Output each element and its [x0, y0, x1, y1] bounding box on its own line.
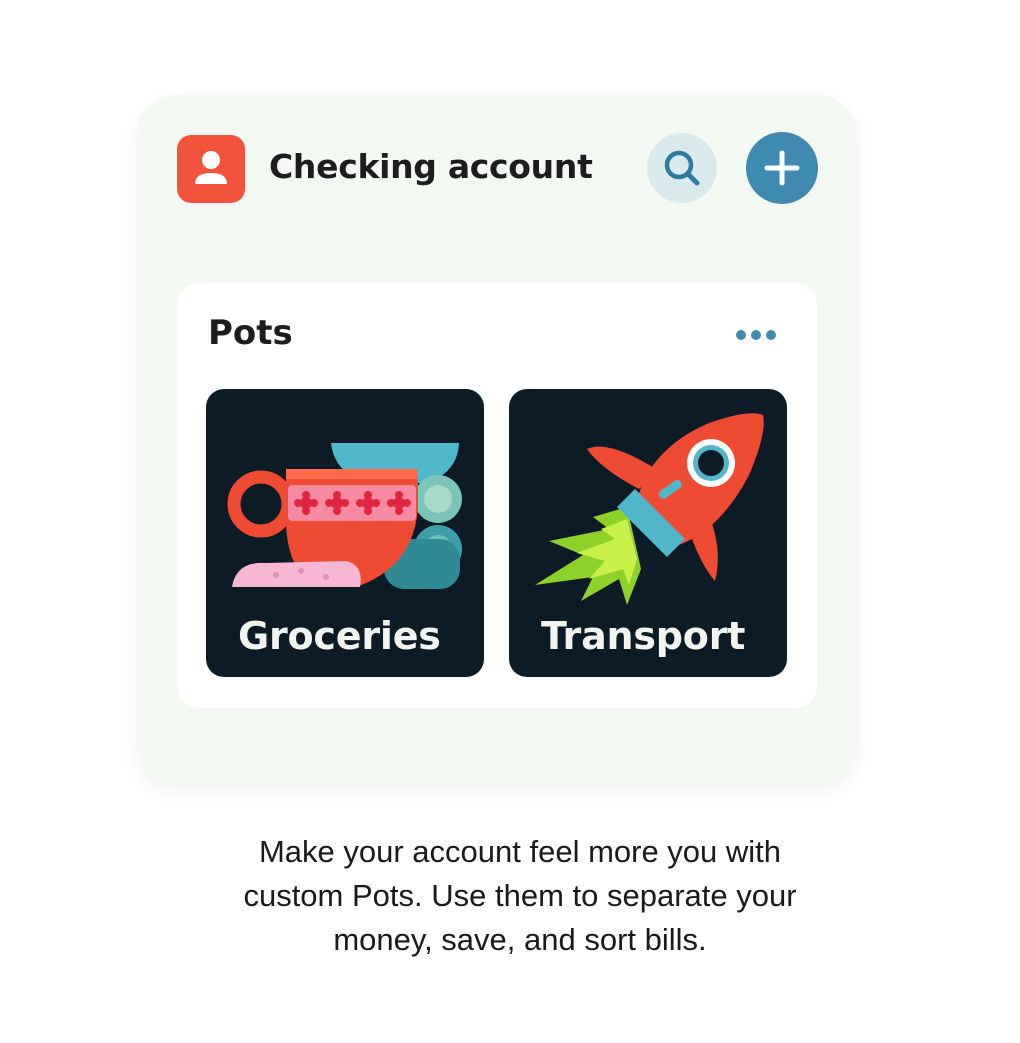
more-dots-icon [736, 330, 776, 340]
caption-line: custom Pots. Use them to separate your [243, 878, 797, 913]
plus-icon [764, 150, 800, 186]
section-title: Pots [208, 313, 293, 353]
search-button[interactable] [647, 133, 717, 203]
more-options-button[interactable] [733, 323, 781, 347]
caption-line: money, save, and sort bills. [333, 922, 707, 957]
avatar[interactable] [177, 135, 245, 203]
pot-label-transport: Transport [541, 614, 746, 658]
account-header: Checking account [177, 132, 819, 205]
search-icon [664, 150, 700, 186]
pot-tile-transport[interactable]: Transport [509, 389, 787, 677]
pot-tile-groceries[interactable]: Groceries [206, 389, 484, 677]
page-title: Checking account [269, 147, 593, 186]
caption-line: Make your account feel more you with [258, 834, 782, 869]
description-text: Make your account feel more you with cus… [160, 830, 880, 962]
user-icon [195, 151, 227, 184]
pot-label-groceries: Groceries [238, 614, 441, 658]
pots-section: Pots Groceries Transport [177, 283, 817, 708]
account-card: Checking account Pots Groceries Transpor… [137, 95, 857, 785]
add-button[interactable] [746, 132, 818, 204]
